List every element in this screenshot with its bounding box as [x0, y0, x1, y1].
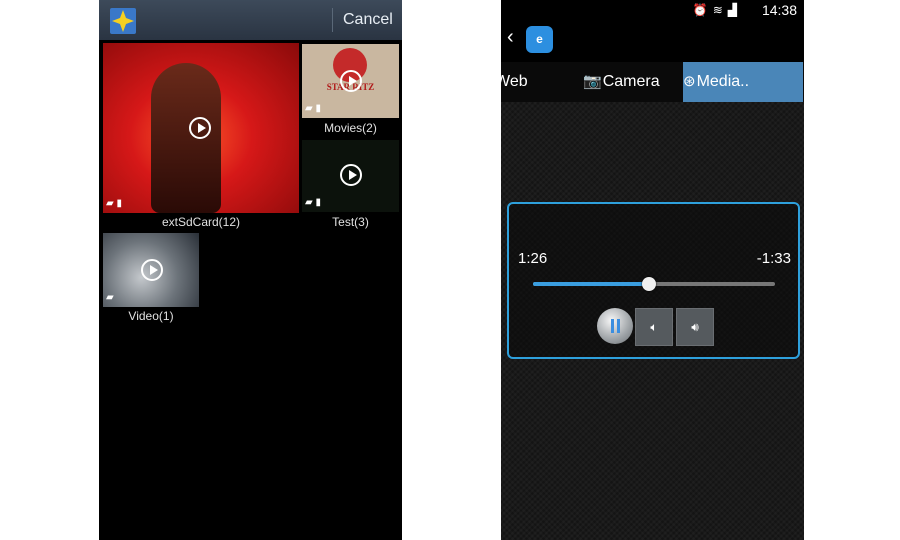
- tab-web-label: Web: [501, 73, 528, 90]
- album-label-movies: Movies(2): [324, 121, 377, 135]
- gallery-screen: Cancel ▰ ▮ extSdCard(12) STAR RITZ ▰ ▮ M…: [99, 0, 402, 540]
- album-label-test: Test(3): [332, 215, 369, 229]
- player-panel: 1:26 -1:33 🔈︎ 🔊︎: [507, 202, 800, 359]
- seek-bar-fill: [533, 282, 650, 286]
- album-thumb-movies[interactable]: STAR RITZ ▰ ▮: [302, 44, 399, 118]
- play-icon: [141, 259, 163, 281]
- tab-camera[interactable]: 📷Camera: [583, 62, 660, 102]
- folder-icon: ▰: [106, 292, 114, 303]
- status-bar: ⏰≋▟ 14:38: [501, 0, 804, 22]
- album-thumb-image: [151, 63, 221, 213]
- album-label-extsdcard: extSdCard(12): [161, 215, 241, 229]
- album-thumb-extsdcard[interactable]: ▰ ▮: [103, 43, 299, 213]
- gallery-app-icon: [110, 8, 136, 34]
- app-logo-icon: e: [526, 26, 553, 53]
- pause-button[interactable]: [597, 308, 633, 344]
- tab-bar: Web 📷Camera ⊛Media..: [501, 62, 804, 102]
- header-divider: [332, 8, 333, 32]
- folder-video-icon: ▰ ▮: [106, 198, 122, 209]
- folder-video-icon: ▰ ▮: [305, 197, 321, 208]
- status-clock: 14:38: [761, 2, 797, 18]
- play-icon: [189, 117, 211, 139]
- volume-up-button[interactable]: 🔊︎: [676, 308, 714, 346]
- album-thumb-test[interactable]: ▰ ▮: [302, 140, 399, 212]
- album-thumb-video[interactable]: ▰: [103, 233, 199, 307]
- folder-video-icon: ▰ ▮: [305, 103, 321, 114]
- seek-bar-thumb[interactable]: [642, 277, 657, 291]
- elapsed-time: 1:26: [518, 250, 548, 267]
- album-label-video: Video(1): [128, 309, 174, 323]
- play-icon: [340, 164, 362, 186]
- volume-up-icon: 🔊︎: [691, 320, 699, 334]
- volume-down-button[interactable]: 🔈︎: [635, 308, 673, 346]
- tab-media-label: Media..: [696, 73, 750, 90]
- tab-camera-label: Camera: [602, 73, 660, 90]
- seek-bar[interactable]: [533, 277, 775, 291]
- back-chevron-icon[interactable]: ‹: [507, 26, 514, 49]
- film-reel-icon: ⊛: [683, 73, 696, 90]
- tab-media[interactable]: ⊛Media..: [683, 62, 803, 102]
- tab-web[interactable]: Web: [501, 62, 528, 102]
- cancel-button[interactable]: Cancel: [343, 11, 393, 29]
- camera-icon: 📷: [583, 73, 602, 90]
- remaining-time: -1:33: [756, 250, 791, 267]
- pause-icon: [611, 319, 620, 333]
- status-icons: ⏰≋▟: [692, 3, 742, 17]
- play-icon: [340, 70, 362, 92]
- media-control-screen: ⏰≋▟ 14:38 ‹ e Web 📷Camera ⊛Media.. 1:26 …: [501, 0, 804, 540]
- volume-down-icon: 🔈︎: [650, 320, 658, 334]
- gallery-header: Cancel: [99, 0, 402, 40]
